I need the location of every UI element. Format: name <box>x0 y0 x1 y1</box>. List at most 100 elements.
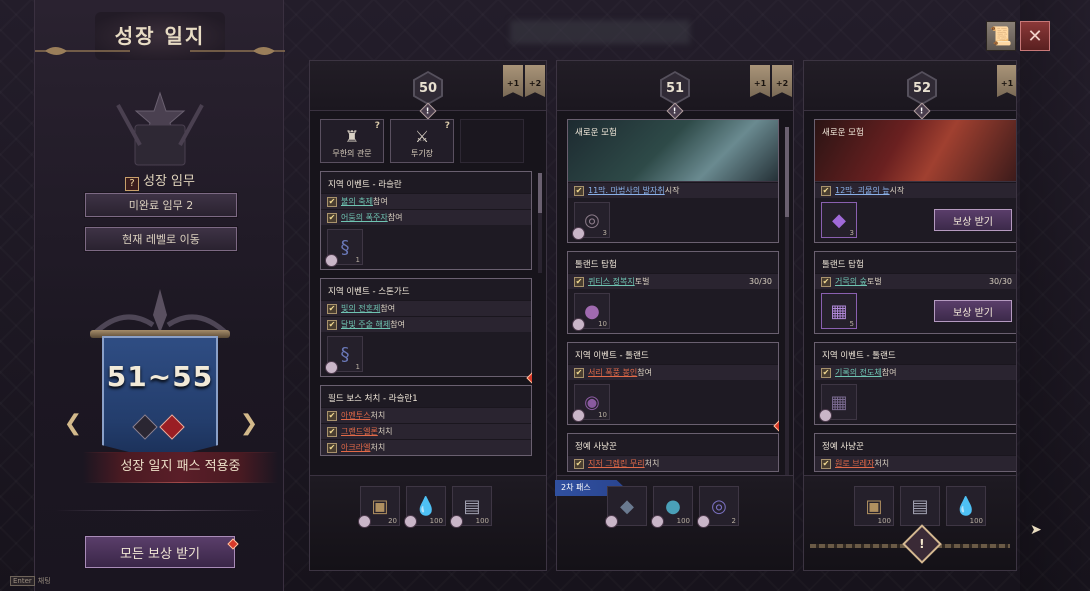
reward-item[interactable]: ▤ <box>900 486 940 526</box>
reward-qty: 100 <box>969 517 983 525</box>
reward-item[interactable]: ◆ 3 <box>821 202 857 238</box>
task-card: 지역 이벤트 - 스톤가드 ✔ 빛의 전혼제 참여 ✔ 달빛 주술 해제 참여 … <box>320 278 532 384</box>
tile-help-icon[interactable]: ? <box>375 121 380 131</box>
scrollbar[interactable] <box>785 127 789 527</box>
reward-item[interactable]: § 1 <box>325 229 363 267</box>
bonus-tag: +1 <box>503 65 523 97</box>
claim-reward-button[interactable]: 보상 받기 <box>934 209 1012 231</box>
reward-item[interactable]: ◆ <box>605 486 647 528</box>
task-link[interactable]: 서리 폭풍 봉인 <box>588 367 637 378</box>
task-row[interactable]: ✔ 달빛 주술 해제 참여 <box>321 316 531 332</box>
task-row[interactable]: ✔ 11막. 마법사의 발자취 시작 <box>568 182 778 198</box>
task-link[interactable]: 어둠의 폭주자 <box>341 212 388 223</box>
left-panel: 성장 일지 ? 성장 임무 미완료 임무 2 현재 레벨로 이동 51~55 ❮ … <box>34 0 285 591</box>
reward-item[interactable]: ▦ 5 <box>821 293 857 329</box>
task-row[interactable]: ✔ 아크라엘 처치 <box>321 439 531 455</box>
blurred-title <box>510 20 690 44</box>
level-alert-icon: ! <box>913 102 931 120</box>
goto-current-level-button[interactable]: 현재 레벨로 이동 <box>84 226 238 252</box>
pass-stamp-icon <box>697 515 710 528</box>
task-row[interactable]: ✔ 불의 축제 참여 <box>321 193 531 209</box>
scroll-thumb[interactable] <box>538 173 542 213</box>
tile-arena[interactable]: ? ⚔ 투기장 <box>390 119 454 163</box>
pass-stamp-icon <box>325 254 338 267</box>
reward-item[interactable]: ● 10 <box>572 293 610 331</box>
task-text: 처치 <box>370 411 386 420</box>
claim-reward-button[interactable]: 보상 받기 <box>934 300 1012 322</box>
incomplete-tasks-button[interactable]: 미완료 임무 2 <box>84 192 238 218</box>
guide-book-button[interactable]: 📜 <box>986 21 1016 51</box>
column-body: 새로운 모험 ✔ 11막. 마법사의 발자취 시작 ◎ 3 톨랜드 탐험 ✔ 퀴티… <box>567 119 779 477</box>
reward-area: ● 10 <box>568 289 778 333</box>
task-link[interactable]: 빛의 전혼제 <box>341 303 380 314</box>
task-row[interactable]: ✔ 원로 브레자 처치 <box>815 455 1016 471</box>
task-link[interactable]: 아멘투스 <box>341 410 370 421</box>
task-link[interactable]: 11막. 마법사의 발자취 <box>588 185 665 196</box>
reward-item[interactable]: ▣ 100 <box>854 486 894 526</box>
task-link[interactable]: 원로 브레자 <box>835 458 874 469</box>
task-link[interactable]: 그랜드엘론 <box>341 426 378 437</box>
task-text: 참여 <box>881 368 897 377</box>
claim-all-button[interactable]: 모든 보상 받기 <box>84 535 236 569</box>
reward-item[interactable]: ▦ <box>819 384 857 422</box>
card-title: 톨랜드 탐험 <box>822 260 864 270</box>
task-row[interactable]: ✔ 지저 그렘린 무리 처치 <box>568 455 778 471</box>
level-claim-diamond[interactable]: ! <box>902 524 942 564</box>
reward-item[interactable]: ◉ 10 <box>572 384 610 422</box>
prev-arrow-icon[interactable]: ❮ <box>63 413 83 435</box>
task-row[interactable]: ✔ 12막. 괴물의 늪 시작 <box>815 182 1016 198</box>
reward-item[interactable]: ▤ 100 <box>450 486 492 528</box>
alert-icon: ! <box>919 536 925 551</box>
task-link[interactable]: 12막. 괴물의 늪 <box>835 185 890 196</box>
tile-infinite-gate[interactable]: ? ♜ 무한의 관문 <box>320 119 384 163</box>
task-link[interactable]: 퀴티스 정복지 <box>588 276 635 287</box>
task-row[interactable]: ✔ 아멘투스 처치 <box>321 407 531 423</box>
reward-area: ◆ 3 보상 받기 <box>815 198 1016 242</box>
reward-item[interactable]: ◎ 3 <box>572 202 610 240</box>
right-edge-shadow <box>1020 0 1090 591</box>
pass-stamp-icon <box>605 515 618 528</box>
enter-key: Enter <box>10 576 35 586</box>
question-icon[interactable]: ? <box>125 177 139 191</box>
chat-hint: Enter 채팅 <box>10 576 51 586</box>
purple-gem-icon: ◆ <box>832 209 846 231</box>
task-row[interactable]: ✔ 어둠의 폭주자 참여 <box>321 209 531 225</box>
next-arrow-icon[interactable]: ❯ <box>239 413 259 435</box>
task-row[interactable]: ✔ 거목의 숲 토벌 30/30 <box>815 273 1016 289</box>
task-row[interactable]: ✔ 빛의 전혼제 참여 <box>321 300 531 316</box>
task-row[interactable]: ✔ 퀴티스 정복지 토벌 30/30 <box>568 273 778 289</box>
reward-item[interactable]: ● 100 <box>651 486 693 528</box>
task-link[interactable]: 불의 축제 <box>341 196 373 207</box>
reward-item[interactable]: § 1 <box>325 336 363 374</box>
reward-item[interactable]: 💧 100 <box>946 486 986 526</box>
check-icon: ✔ <box>327 410 337 421</box>
scrollbar[interactable] <box>538 173 542 273</box>
reward-qty: 20 <box>388 517 397 525</box>
task-link[interactable]: 지저 그렘린 무리 <box>588 458 645 469</box>
reward-item[interactable]: ▣ 20 <box>358 486 400 528</box>
pass-stamp-icon <box>572 227 585 240</box>
section-divider <box>55 510 265 511</box>
task-link[interactable]: 거목의 숲 <box>835 276 867 287</box>
tile-help-icon[interactable]: ? <box>445 121 450 131</box>
gem-icon: ◆ <box>620 495 634 517</box>
close-button[interactable]: ✕ <box>1020 21 1050 51</box>
level-badge: 52 <box>907 71 937 105</box>
task-card: 정예 사냥꾼 ✔ 지저 그렘린 무리 처치 <box>567 433 779 472</box>
task-row[interactable]: ✔ 기록의 전도체 참여 <box>815 364 1016 380</box>
check-icon: ✔ <box>327 303 337 314</box>
task-link[interactable]: 달빛 주술 해제 <box>341 319 390 330</box>
reward-area: ▦ <box>815 380 1016 424</box>
reward-area: ◉ 10 <box>568 380 778 424</box>
task-link[interactable]: 아크라엘 <box>341 442 370 453</box>
task-count: 30/30 <box>988 277 1012 286</box>
task-link[interactable]: 기록의 전도체 <box>835 367 882 378</box>
task-card: 정예 사냥꾼 ✔ 원로 브레자 처치 <box>814 433 1016 472</box>
reward-item[interactable]: ◎ 2 <box>697 486 739 528</box>
scroll-thumb[interactable] <box>785 127 789 217</box>
task-row[interactable]: ✔ 그랜드엘론 처치 <box>321 423 531 439</box>
task-text: 처치 <box>377 427 393 436</box>
check-icon: ✔ <box>821 367 831 378</box>
reward-item[interactable]: 💧 100 <box>404 486 446 528</box>
task-row[interactable]: ✔ 서리 폭풍 봉인 참여 <box>568 364 778 380</box>
